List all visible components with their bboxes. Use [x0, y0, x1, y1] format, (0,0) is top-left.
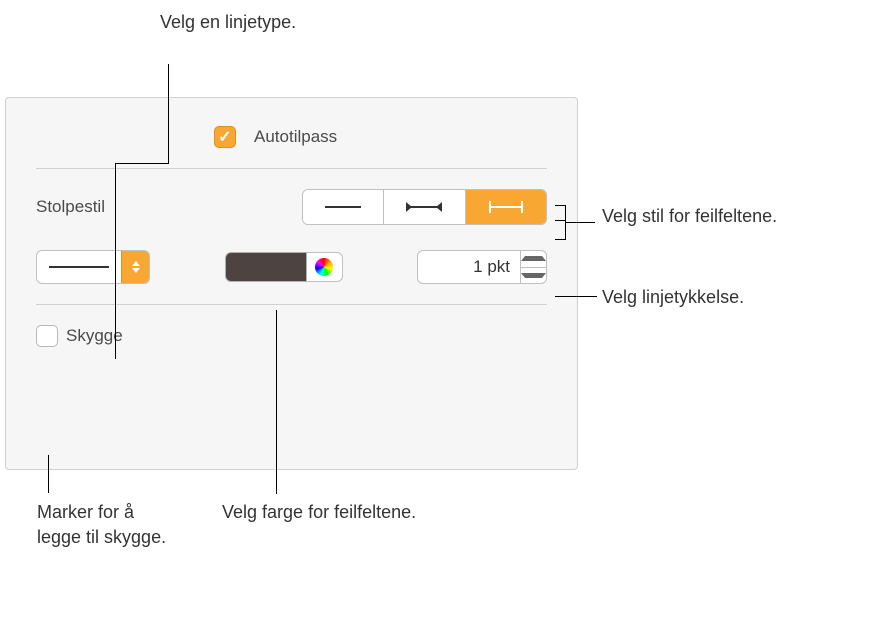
divider [36, 304, 547, 305]
callout-line [555, 239, 565, 240]
callout-linetype: Velg en linjetype. [160, 10, 320, 35]
callout-line [168, 64, 169, 164]
callout-thickness: Velg linjetykkelse. [602, 285, 822, 310]
autofit-label: Autotilpass [254, 127, 337, 147]
stepper-up[interactable] [521, 251, 546, 268]
solid-line-icon [49, 266, 109, 268]
errorbar-style-bracket[interactable] [466, 190, 546, 224]
chevron-down-icon [132, 268, 140, 273]
stepper-arrows [520, 251, 546, 283]
autofit-checkbox[interactable]: ✓ [214, 126, 236, 148]
shadow-row: Skygge [36, 325, 547, 347]
errorbar-line-icon [319, 197, 367, 217]
callout-line [555, 296, 597, 297]
callout-line [555, 205, 565, 206]
chevron-up-icon [132, 261, 140, 266]
errorbar-style-segmented [302, 189, 547, 225]
format-panel: ✓ Autotilpass Stolpestil [5, 97, 578, 470]
stolpestil-label: Stolpestil [36, 197, 105, 217]
color-wheel-button[interactable] [307, 252, 343, 282]
callout-stolpestil: Velg stil for feilfeltene. [602, 204, 802, 229]
linetype-picker[interactable] [36, 250, 150, 284]
callout-line [115, 163, 169, 164]
errorbar-style-line[interactable] [303, 190, 384, 224]
linetype-preview [37, 251, 121, 283]
thickness-stepper[interactable]: 1 pkt [417, 250, 547, 284]
thickness-value: 1 pkt [418, 257, 520, 277]
chevron-up-icon [521, 256, 546, 261]
errorbar-capped-icon [400, 197, 448, 217]
callout-line [565, 222, 595, 223]
callout-line [555, 220, 565, 221]
chevron-down-icon [521, 273, 546, 278]
callout-line [48, 455, 49, 493]
shadow-checkbox[interactable] [36, 325, 58, 347]
color-swatch[interactable] [225, 252, 307, 282]
line-controls-row: 1 pkt [36, 250, 547, 284]
divider [36, 168, 547, 169]
stolpestil-row: Stolpestil [36, 189, 547, 225]
errorbar-style-capped[interactable] [384, 190, 465, 224]
stepper-down[interactable] [521, 268, 546, 284]
callout-line [276, 310, 277, 494]
errorbar-bracket-icon [482, 197, 530, 217]
linetype-dropdown-button[interactable] [121, 251, 149, 283]
callout-shadow: Marker for å legge til skygge. [37, 500, 177, 550]
autofit-row: ✓ Autotilpass [214, 126, 547, 148]
callout-color: Velg farge for feilfeltene. [222, 500, 422, 525]
check-icon: ✓ [218, 127, 231, 147]
color-wheel-icon [315, 258, 333, 276]
color-picker-group [225, 250, 343, 284]
callout-line [115, 163, 116, 359]
